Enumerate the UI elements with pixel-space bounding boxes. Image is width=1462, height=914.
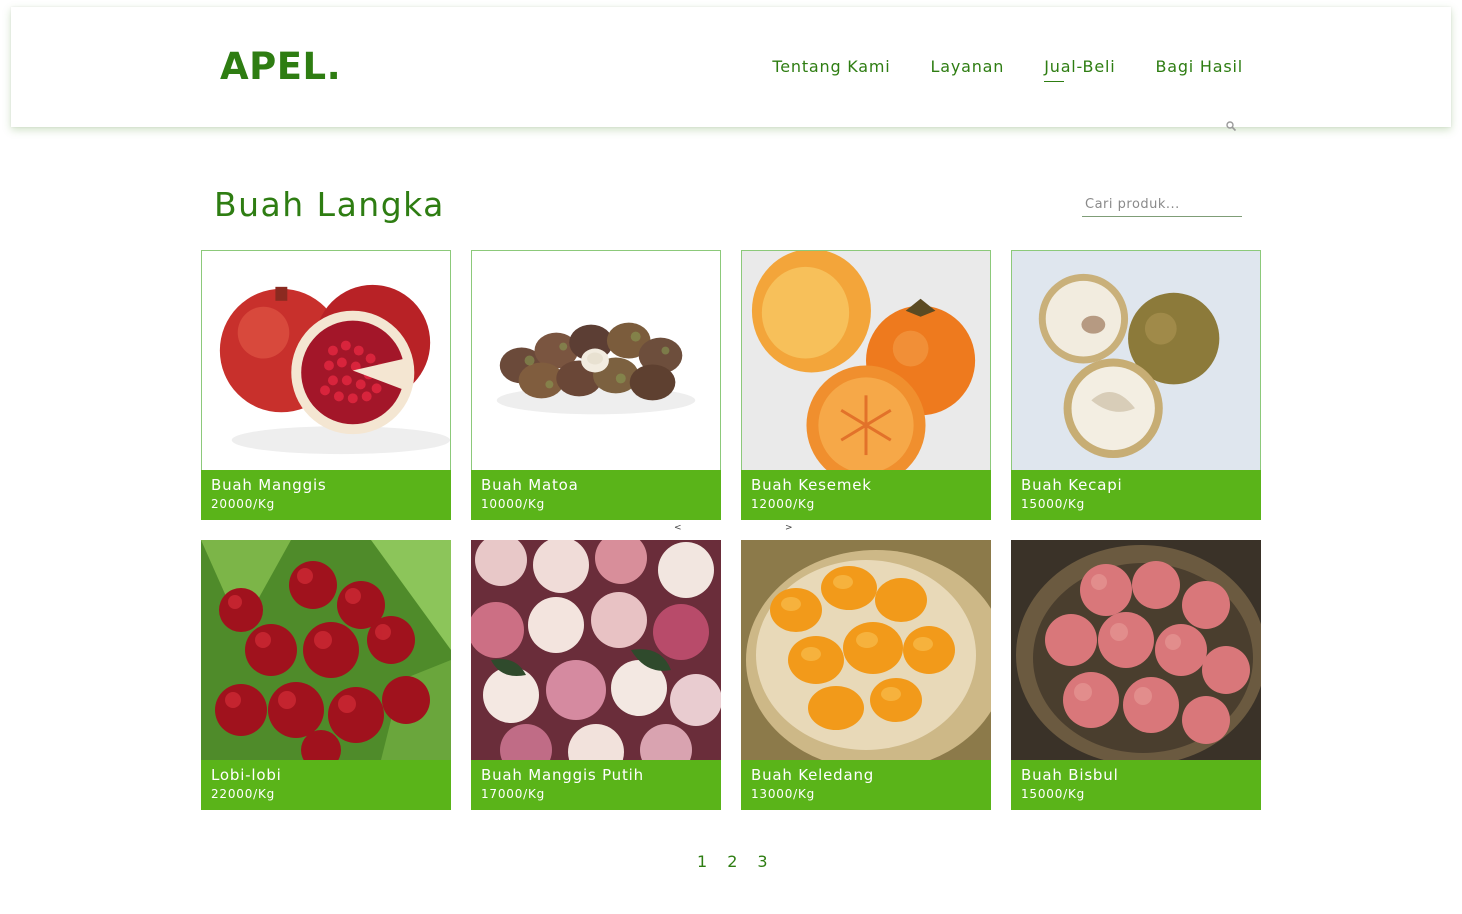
nav-jual-beli[interactable]: Jual-Beli [1044, 57, 1115, 82]
product-price: 13000/Kg [751, 787, 816, 801]
product-info: Buah Matoa 10000/Kg [471, 470, 721, 520]
product-image-santol [1011, 250, 1261, 470]
product-card[interactable]: Lobi-lobi 22000/Kg [201, 540, 451, 810]
nav-tentang-kami[interactable]: Tentang Kami [772, 57, 890, 77]
product-name: Buah Bisbul [1021, 766, 1119, 784]
product-price: 12000/Kg [751, 497, 816, 511]
site-header: APEL. Tentang Kami Layanan Jual-Beli Bag… [11, 7, 1451, 127]
product-price: 10000/Kg [481, 497, 546, 511]
product-info: Buah Kesemek 12000/Kg [741, 470, 991, 520]
product-card[interactable]: Buah Kesemek 12000/Kg [741, 250, 991, 520]
product-price: 15000/Kg [1021, 787, 1086, 801]
product-name: Buah Kesemek [751, 476, 872, 494]
nav-layanan[interactable]: Layanan [931, 57, 1005, 77]
product-price: 15000/Kg [1021, 497, 1086, 511]
page-link-2[interactable]: 2 [727, 852, 737, 872]
search-icon[interactable] [1225, 120, 1237, 132]
product-name: Lobi-lobi [211, 766, 282, 784]
product-image-rose-apple [471, 540, 721, 760]
product-name: Buah Keledang [751, 766, 875, 784]
page-title: Buah Langka [214, 185, 445, 224]
product-price: 22000/Kg [211, 787, 276, 801]
product-image-cherries [201, 540, 451, 760]
pagination: 1 2 3 [697, 852, 768, 872]
product-info: Buah Keledang 13000/Kg [741, 760, 991, 810]
product-card[interactable]: Buah Matoa 10000/Kg [471, 250, 721, 520]
main-nav: Tentang Kami Layanan Jual-Beli Bagi Hasi… [772, 57, 1243, 82]
page-link-3[interactable]: 3 [757, 852, 767, 872]
product-image-pomegranate [201, 250, 451, 470]
carousel-next-arrow[interactable]: > [785, 523, 793, 533]
product-info: Buah Manggis Putih 17000/Kg [471, 760, 721, 810]
product-name: Buah Matoa [481, 476, 579, 494]
product-info: Buah Manggis 20000/Kg [201, 470, 451, 520]
product-info: Buah Bisbul 15000/Kg [1011, 760, 1261, 810]
product-price: 17000/Kg [481, 787, 546, 801]
product-name: Buah Manggis Putih [481, 766, 644, 784]
product-card[interactable]: Buah Manggis 20000/Kg [201, 250, 451, 520]
product-image-persimmon [741, 250, 991, 470]
product-card[interactable]: Buah Keledang 13000/Kg [741, 540, 991, 810]
product-grid: Buah Manggis 20000/Kg Buah Matoa 10000/K… [201, 250, 1261, 810]
product-info: Lobi-lobi 22000/Kg [201, 760, 451, 810]
product-name: Buah Manggis [211, 476, 327, 494]
nav-bagi-hasil[interactable]: Bagi Hasil [1155, 57, 1243, 77]
carousel-prev-arrow[interactable]: < [674, 523, 682, 533]
product-price: 20000/Kg [211, 497, 276, 511]
product-search-input[interactable] [1082, 192, 1242, 217]
product-name: Buah Kecapi [1021, 476, 1123, 494]
page-link-1[interactable]: 1 [697, 852, 707, 872]
product-card[interactable]: Buah Bisbul 15000/Kg [1011, 540, 1261, 810]
product-image-matoa [471, 250, 721, 470]
logo[interactable]: APEL. [220, 45, 341, 89]
product-info: Buah Kecapi 15000/Kg [1011, 470, 1261, 520]
product-card[interactable]: Buah Kecapi 15000/Kg [1011, 250, 1261, 520]
product-image-velvet-apple-basket [1011, 540, 1261, 760]
product-image-jackfruit [741, 540, 991, 760]
product-card[interactable]: Buah Manggis Putih 17000/Kg [471, 540, 721, 810]
